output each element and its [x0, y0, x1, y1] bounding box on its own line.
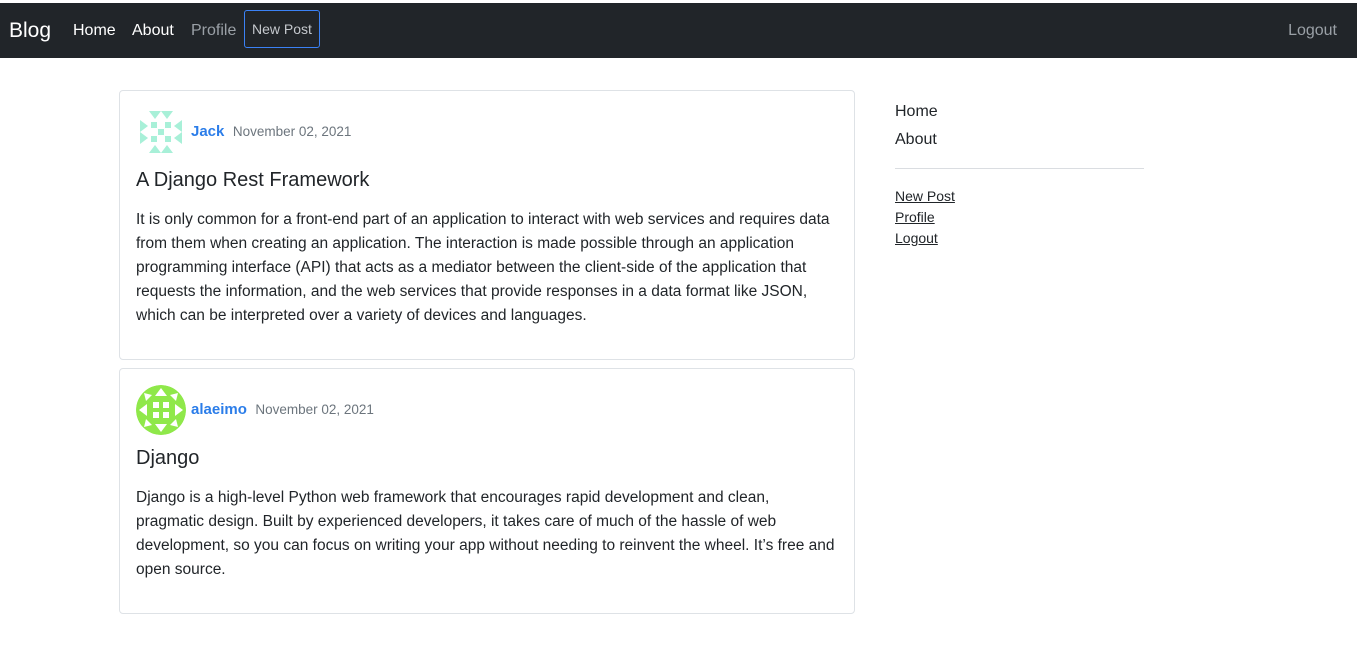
post-date: November 02, 2021 [232, 124, 352, 139]
identicon-icon [136, 107, 186, 157]
post-card: alaeimo November 02, 2021 Django Django … [119, 368, 855, 614]
nav-new-post-button[interactable]: New Post [244, 10, 320, 48]
nav-home-link[interactable]: Home [73, 21, 116, 41]
author-avatar [136, 107, 186, 157]
post-author-link[interactable]: alaeimo [191, 401, 247, 418]
nav-profile-link[interactable]: Profile [191, 21, 236, 41]
sidebar-new-post-link[interactable]: New Post [895, 186, 1144, 207]
sidebar: Home About New Post Profile Logout [895, 98, 1144, 249]
post-body: It is only common for a front-end part o… [136, 211, 830, 324]
identicon-icon [136, 385, 186, 435]
nav-logout-link[interactable]: Logout [1288, 21, 1337, 41]
sidebar-profile-link[interactable]: Profile [895, 207, 1144, 228]
nav-about-link[interactable]: About [132, 21, 174, 41]
post-body: Django is a high-level Python web framew… [136, 489, 835, 578]
author-avatar [136, 385, 186, 435]
sidebar-logout-link[interactable]: Logout [895, 228, 1144, 249]
post-card: Jack November 02, 2021 A Django Rest Fra… [119, 90, 855, 360]
navbar: Blog Home About Profile New Post Logout [0, 3, 1357, 58]
post-author-link[interactable]: Jack [191, 123, 224, 140]
brand-logo[interactable]: Blog [9, 18, 51, 44]
sidebar-divider [895, 168, 1144, 169]
post-meta: Jack November 02, 2021 [191, 122, 351, 142]
post-meta: alaeimo November 02, 2021 [191, 400, 374, 420]
post-title[interactable]: A Django Rest Framework [136, 167, 369, 193]
post-title[interactable]: Django [136, 445, 199, 471]
sidebar-home-link[interactable]: Home [895, 98, 1144, 126]
post-date: November 02, 2021 [255, 402, 374, 417]
sidebar-about-link[interactable]: About [895, 126, 1144, 154]
